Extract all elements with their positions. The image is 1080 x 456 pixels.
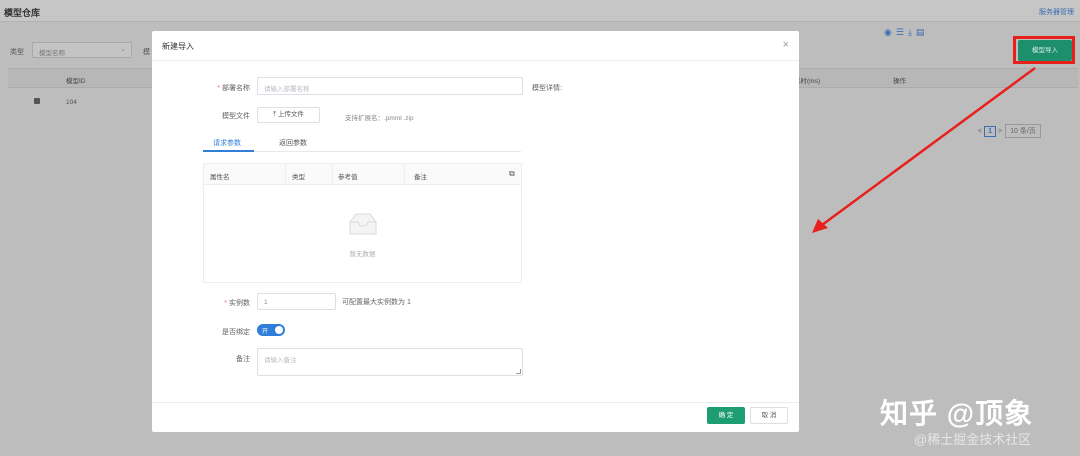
lock-icon — [34, 98, 40, 104]
filter-type-label: 类型 — [10, 49, 24, 56]
remark-label: 备注 — [236, 356, 250, 363]
file-ext-hint: 支持扩展名：.pmml .zip — [345, 115, 414, 122]
pager-prev[interactable]: < — [978, 128, 982, 135]
instances-value: 1 — [264, 299, 268, 306]
bind-label: 是否绑定 — [222, 329, 250, 336]
new-import-dialog: 新建导入 × * 部署名称 请输入部署名称 模型详情: 模型文件 ⤒ 上传文件 支… — [152, 31, 799, 432]
resize-handle-icon[interactable] — [516, 369, 521, 374]
upload-icon: ⤒ — [273, 111, 277, 118]
col-type: 类型 — [292, 174, 305, 181]
row-ops: ◉☰⤓▤ — [884, 27, 928, 38]
watermark-zhihu: 知乎 @顶象 — [880, 398, 1034, 429]
empty-text: 暂无数据 — [349, 251, 376, 258]
col-remark: 备注 — [414, 174, 427, 181]
chevron-down-icon: ⌄ — [120, 46, 126, 53]
pager-current[interactable]: 1 — [984, 126, 996, 137]
remark-textarea[interactable]: 请输入备注 — [257, 348, 523, 376]
copy-icon[interactable]: ⧉ — [509, 169, 515, 179]
empty-box-icon — [349, 213, 377, 235]
col-ops: 操作 — [893, 78, 906, 85]
pagination: <1 >10 条/页 — [978, 124, 1041, 138]
download-icon[interactable]: ⤓ — [908, 27, 916, 37]
col-attr-name: 属性名 — [210, 174, 230, 181]
model-detail-label: 模型详情: — [532, 85, 562, 92]
instances-hint: 可配置最大实例数为 1 — [342, 299, 411, 306]
instances-label: * 实例数 — [224, 300, 250, 307]
model-file-label: 模型文件 — [222, 113, 250, 120]
document-icon[interactable]: ▤ — [916, 27, 929, 37]
tab-request-params[interactable]: 请求参数 — [213, 138, 241, 148]
upload-file-button[interactable]: ⤒ 上传文件 — [257, 107, 320, 123]
page-size-select[interactable]: 10 条/页 — [1005, 124, 1041, 138]
deploy-name-label: * 部署名称 — [217, 85, 250, 92]
close-icon[interactable]: × — [783, 39, 789, 51]
switch-knob — [275, 326, 283, 334]
param-table: 属性名 类型 参考值 备注 ⧉ 暂无数据 — [203, 163, 522, 283]
tab-response-params[interactable]: 返回参数 — [279, 138, 307, 148]
col-ref-value: 参考值 — [338, 174, 358, 181]
server-management-link[interactable]: 服务器管理 — [1039, 7, 1074, 17]
top-bar: 模型仓库 服务器管理 — [0, 0, 1080, 22]
deploy-name-placeholder: 请输入部署名称 — [264, 86, 310, 93]
dialog-title: 新建导入 — [162, 42, 194, 51]
instances-input[interactable]: 1 — [257, 293, 336, 310]
bind-switch[interactable]: 开 — [257, 324, 285, 336]
param-table-header: 属性名 类型 参考值 备注 ⧉ — [204, 164, 521, 185]
eye-icon[interactable]: ◉ — [884, 27, 896, 37]
filter-label-2: 模 — [143, 49, 150, 56]
watermark-juejin: @稀土掘金技术社区 — [914, 432, 1032, 447]
filter-type-select[interactable]: 模型名称 ⌄ — [32, 42, 132, 58]
pager-next[interactable]: > — [998, 128, 1002, 135]
confirm-button[interactable]: 确 定 — [707, 407, 745, 424]
settings-icon[interactable]: ☰ — [896, 27, 908, 37]
cancel-button[interactable]: 取 消 — [750, 407, 788, 424]
filter-select-value: 模型名称 — [39, 50, 65, 57]
highlight-box — [1013, 36, 1075, 64]
param-tabs: 请求参数 返回参数 — [203, 136, 521, 152]
dialog-footer — [152, 402, 799, 432]
deploy-name-input[interactable]: 请输入部署名称 — [257, 77, 523, 95]
row-model-id: 104 — [66, 99, 77, 106]
remark-placeholder: 请输入备注 — [264, 357, 297, 364]
dialog-header: 新建导入 × — [152, 31, 799, 61]
col-model-id: 模型ID — [66, 78, 86, 85]
switch-text: 开 — [262, 329, 269, 335]
page-title: 模型仓库 — [4, 8, 41, 18]
tab-active-indicator — [203, 150, 254, 152]
